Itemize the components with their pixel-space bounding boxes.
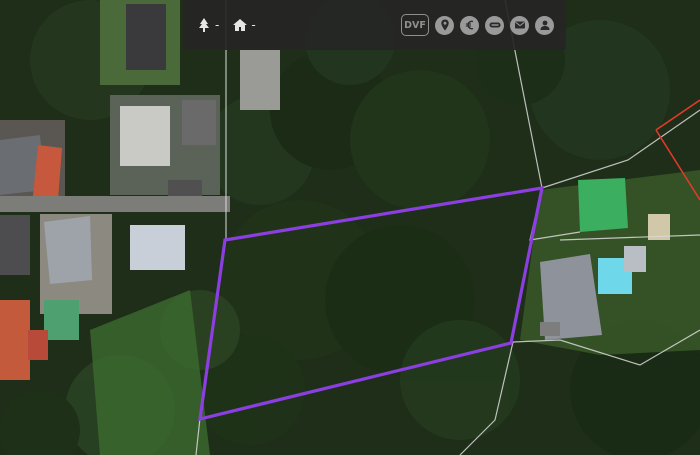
- location-pin-icon: [440, 19, 449, 31]
- satellite-imagery: [0, 0, 700, 455]
- tree-icon: [199, 18, 209, 32]
- mail-icon: [514, 21, 525, 29]
- user-button[interactable]: [535, 15, 554, 35]
- dvf-button[interactable]: DVF: [401, 14, 429, 36]
- location-pin-button[interactable]: [435, 15, 454, 35]
- houses-value: -: [251, 18, 256, 32]
- euro-button[interactable]: [460, 15, 479, 35]
- road-sign-button[interactable]: [485, 15, 504, 35]
- map-view[interactable]: - - DVF: [0, 0, 700, 455]
- map-toolbar: - - DVF: [183, 0, 566, 50]
- mail-button[interactable]: [510, 15, 529, 35]
- road-sign-icon: [489, 22, 500, 28]
- trees-stat: -: [197, 18, 219, 32]
- houses-stat: -: [233, 18, 256, 32]
- trees-value: -: [215, 18, 220, 32]
- house-icon: [233, 19, 248, 31]
- euro-icon: [465, 20, 473, 30]
- user-icon: [540, 20, 549, 30]
